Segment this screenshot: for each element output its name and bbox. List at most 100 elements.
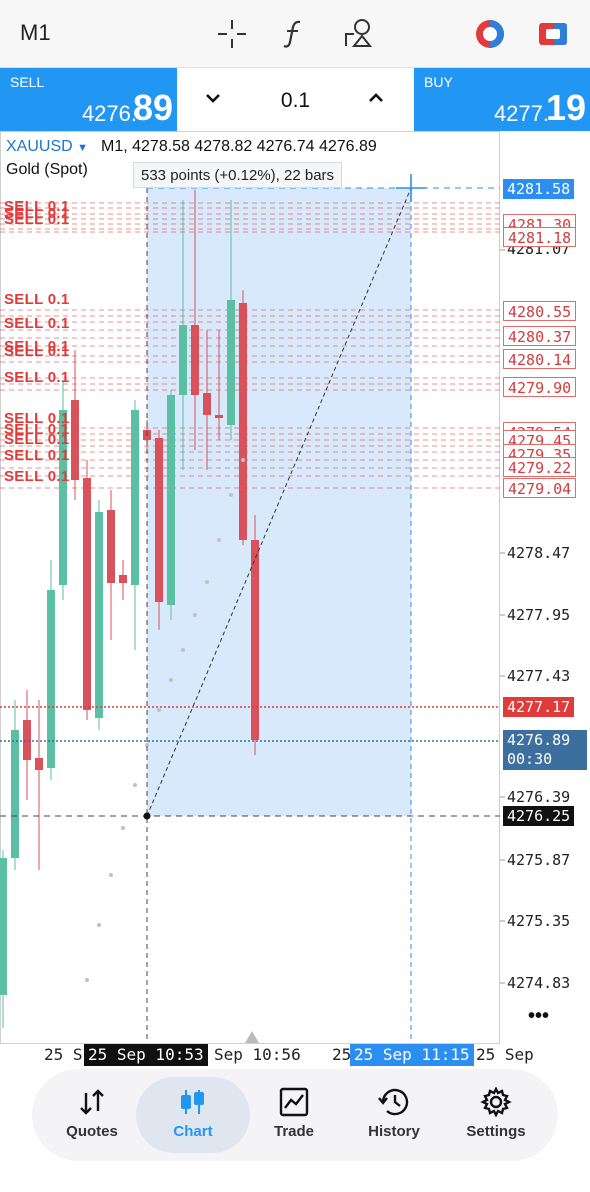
order-label[interactable]: SELL 0.1 xyxy=(4,468,69,485)
time-axis-label: 25 S xyxy=(44,1045,83,1064)
ghost-dot xyxy=(229,493,233,497)
measure-tooltip: 533 points (+0.12%), 22 bars xyxy=(133,162,343,188)
order-price-label[interactable]: 4280.37 xyxy=(503,326,577,346)
measure-start-price-label: 4276.25 xyxy=(503,806,575,826)
ghost-dot xyxy=(217,538,221,542)
sell-button[interactable]: SELL 4276. 89 xyxy=(0,68,177,131)
candle-body xyxy=(0,858,7,995)
tab-quotes[interactable]: Quotes xyxy=(42,1081,142,1151)
tab-chart[interactable]: Chart xyxy=(143,1081,243,1151)
tab-label: Trade xyxy=(273,1123,315,1140)
bottom-navigation: Quotes Chart Trade History Settings xyxy=(32,1069,558,1161)
ghost-dot xyxy=(97,923,101,927)
order-price-label[interactable]: 4279.90 xyxy=(503,377,577,397)
buy-price-main: 4277. xyxy=(493,101,549,126)
tab-settings[interactable]: Settings xyxy=(446,1081,546,1151)
ghost-dot xyxy=(121,826,125,830)
settings-icon xyxy=(480,1087,512,1117)
time-axis-label: 25 xyxy=(332,1045,352,1064)
candle-body xyxy=(203,393,211,415)
candle-body xyxy=(215,415,223,418)
ask-price-label: 4277.17 xyxy=(503,697,575,717)
buy-button[interactable]: BUY 4277. 19 xyxy=(414,68,590,131)
price-axis-label: 4277.95 xyxy=(507,606,571,624)
quotes-icon xyxy=(80,1089,104,1115)
chevron-up-icon[interactable] xyxy=(364,86,388,110)
symbol-description: Gold (Spot) xyxy=(6,161,88,178)
order-label[interactable]: SELL 0.1 xyxy=(4,431,69,448)
price-axis-label: 4277.43 xyxy=(507,667,571,685)
price-axis-label: 4274.83 xyxy=(507,974,571,992)
time-axis-label: Sep 10:56 xyxy=(214,1045,301,1064)
order-label[interactable]: SELL 0.1 xyxy=(4,291,69,308)
order-price-label[interactable]: 4279.04 xyxy=(503,478,577,498)
function-icon[interactable] xyxy=(276,16,312,52)
tab-history[interactable]: History xyxy=(344,1081,444,1151)
order-price-label[interactable]: 4279.22 xyxy=(503,457,577,477)
price-axis-label: 4276.39 xyxy=(507,788,571,806)
candle-body xyxy=(23,720,31,760)
candle-body xyxy=(179,325,187,395)
tab-label: Settings xyxy=(466,1123,526,1140)
ghost-dot xyxy=(241,458,245,462)
tab-label: Chart xyxy=(173,1123,213,1140)
measure-anchor xyxy=(143,812,151,820)
candle-body xyxy=(107,510,115,583)
bid-price-box: 4276.89 00:30 xyxy=(503,730,587,770)
more-options-button[interactable]: ••• xyxy=(528,1005,549,1028)
ghost-dot xyxy=(169,678,173,682)
candle-body xyxy=(119,575,127,583)
order-label[interactable]: SELL 0.1 xyxy=(4,343,69,360)
price-axis-label: 4275.35 xyxy=(507,912,571,930)
caret-down-icon: ▼ xyxy=(77,142,89,154)
signal-icon[interactable] xyxy=(472,16,508,52)
crosshair-price-label: 4281.58 xyxy=(503,179,575,199)
price-chart[interactable]: XAUUSD ▼ M1, 4278.58 4278.82 4276.74 427… xyxy=(0,131,590,1066)
chart-canvas[interactable] xyxy=(0,131,590,1066)
ghost-dot xyxy=(133,783,137,787)
symbol-selector[interactable]: XAUUSD ▼ xyxy=(6,138,88,156)
candle-body xyxy=(239,303,247,540)
buy-price-big: 19 xyxy=(545,87,586,128)
ghost-dot xyxy=(193,613,197,617)
order-price-label[interactable]: 4280.55 xyxy=(503,301,577,321)
ghost-dot xyxy=(109,873,113,877)
one-click-trading-panel: SELL 4276. 89 0.1 BUY 4277. 19 xyxy=(0,68,590,131)
candle-body xyxy=(131,410,139,585)
bid-price-label: 4276.89 xyxy=(507,731,571,749)
ghost-dot xyxy=(157,708,161,712)
sell-price-big: 89 xyxy=(132,87,173,128)
crosshair-icon[interactable] xyxy=(214,16,250,52)
candle-body xyxy=(83,478,91,710)
trade-icon xyxy=(279,1087,309,1117)
history-icon xyxy=(378,1088,409,1116)
candle-body xyxy=(191,325,199,395)
price-axis-label: 4278.47 xyxy=(507,544,571,562)
ghost-dot xyxy=(85,978,89,982)
objects-icon[interactable] xyxy=(340,16,376,52)
candle-body xyxy=(155,438,163,602)
order-price-label[interactable]: 4280.14 xyxy=(503,349,577,369)
bid-countdown: 00:30 xyxy=(507,750,553,768)
chart-icon xyxy=(181,1090,204,1114)
order-label[interactable]: SELL 0.1 xyxy=(4,447,69,464)
lot-size-control: 0.1 xyxy=(177,68,414,131)
timeframe-button[interactable]: M1 xyxy=(20,20,51,46)
tab-label: History xyxy=(368,1123,420,1140)
symbol-name: XAUUSD xyxy=(6,138,73,155)
candle-body xyxy=(251,540,259,740)
sell-label: SELL xyxy=(10,74,45,90)
ohlc-readout: M1, 4278.58 4278.82 4276.74 4276.89 xyxy=(101,138,377,155)
measure-end-time-label: 25 Sep 11:15 xyxy=(350,1044,474,1066)
tab-trade[interactable]: Trade xyxy=(244,1081,344,1151)
order-label[interactable]: SELL 0.1 xyxy=(4,211,69,228)
order-label[interactable]: SELL 0.1 xyxy=(4,315,69,332)
order-label[interactable]: SELL 0.1 xyxy=(4,369,69,386)
tab-label: Quotes xyxy=(66,1123,118,1140)
candle-body xyxy=(71,400,79,480)
candle-body xyxy=(35,758,43,770)
ghost-dot xyxy=(205,580,209,584)
candle-body xyxy=(11,730,19,858)
order-price-label[interactable]: 4281.18 xyxy=(503,227,577,247)
trade-app-icon[interactable] xyxy=(535,16,571,52)
